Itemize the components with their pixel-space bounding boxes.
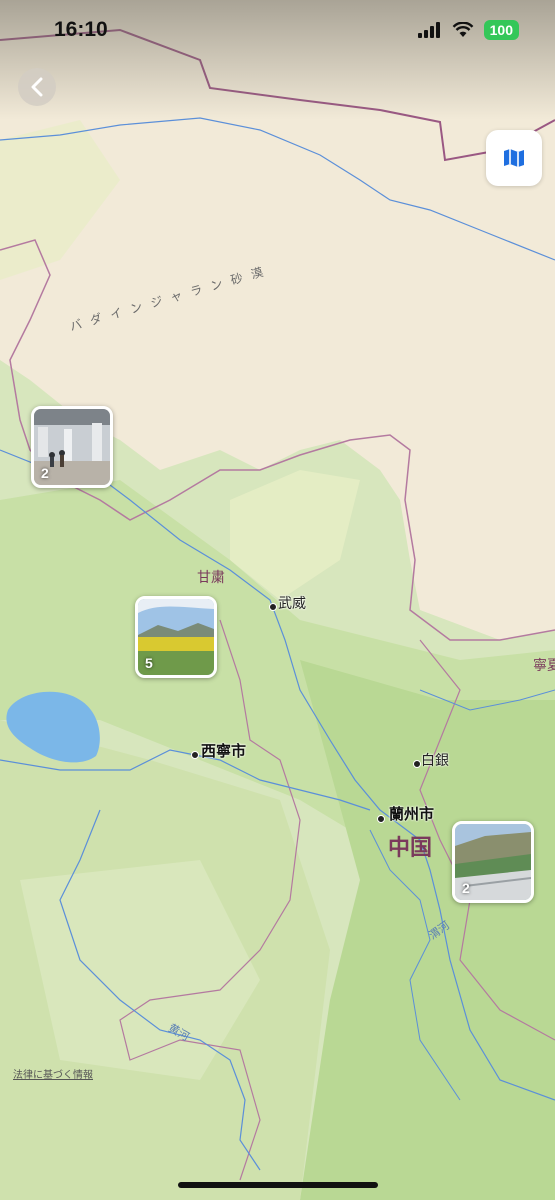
photo-cluster-thumbnail[interactable]: 2 xyxy=(452,821,534,903)
photo-count: 2 xyxy=(462,880,470,896)
wifi-icon xyxy=(452,22,474,37)
status-time: 16:10 xyxy=(54,18,108,41)
status-icons: 100 xyxy=(417,20,519,40)
city-label-baiyin[interactable]: 白銀 xyxy=(421,750,449,770)
chevron-left-icon xyxy=(31,77,43,97)
province-label-gansu: 甘粛 xyxy=(197,569,225,585)
legal-link[interactable]: 法律に基づく情報 xyxy=(13,1066,93,1081)
cellular-signal-icon xyxy=(417,22,440,38)
photo-cluster-thumbnail[interactable]: 5 xyxy=(135,596,217,678)
city-label-xining[interactable]: 西寧市 xyxy=(201,740,246,761)
city-label-lanzhou[interactable]: 蘭州市 xyxy=(389,803,434,824)
country-label: 中国 xyxy=(388,835,433,860)
status-bar: 16:10 100 xyxy=(0,0,555,62)
city-dot-wuwei xyxy=(269,603,277,611)
province-label-ningxia: 寧夏 xyxy=(533,657,555,673)
photo-cluster-thumbnail[interactable]: 2 xyxy=(31,406,113,488)
back-button[interactable] xyxy=(18,68,56,106)
photo-count: 5 xyxy=(145,655,153,671)
map-icon xyxy=(504,149,524,167)
battery-icon: 100 xyxy=(483,20,519,40)
city-dot-xining xyxy=(191,751,199,759)
city-label-wuwei[interactable]: 武威 xyxy=(278,593,306,613)
map-mode-button[interactable] xyxy=(486,130,542,186)
city-dot-lanzhou xyxy=(377,815,385,823)
city-dot-baiyin xyxy=(413,760,421,768)
photo-count: 2 xyxy=(41,465,49,481)
home-indicator[interactable] xyxy=(178,1182,378,1188)
